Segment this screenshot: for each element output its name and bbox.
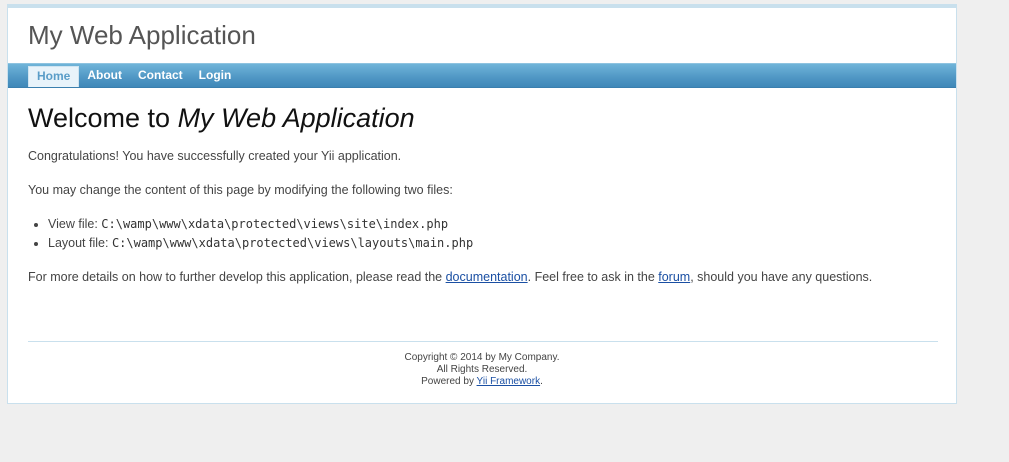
list-item-layout-file: Layout file: C:\wamp\www\xdata\protected… <box>48 234 938 253</box>
menu-item-login[interactable]: Login <box>191 66 240 85</box>
forum-link[interactable]: forum <box>658 270 690 284</box>
file-label: Layout file: <box>48 236 112 250</box>
menu-item-home[interactable]: Home <box>28 66 80 87</box>
files-list: View file: C:\wamp\www\xdata\protected\v… <box>28 215 938 253</box>
yii-framework-link[interactable]: Yii Framework <box>477 376 541 387</box>
footer-divider <box>28 341 938 342</box>
heading-prefix: Welcome to <box>28 103 178 133</box>
menu-item-contact[interactable]: Contact <box>130 66 191 85</box>
file-path: C:\wamp\www\xdata\protected\views\layout… <box>111 236 474 250</box>
details-middle: . Feel free to ask in the <box>527 270 659 284</box>
file-label: View file: <box>48 217 102 231</box>
page-container: My Web Application Home About Contact Lo… <box>7 4 957 404</box>
header: My Web Application <box>8 8 956 63</box>
footer-rights: All Rights Reserved. <box>436 364 528 375</box>
list-item-view-file: View file: C:\wamp\www\xdata\protected\v… <box>48 215 938 234</box>
congrats-text: Congratulations! You have successfully c… <box>28 149 402 163</box>
footer: Copyright © 2014 by My Company. All Righ… <box>8 352 956 388</box>
file-path: C:\wamp\www\xdata\protected\views\site\i… <box>101 217 449 231</box>
menu-item-about[interactable]: About <box>79 66 130 85</box>
powered-prefix: Powered by <box>421 376 477 387</box>
footer-powered: Powered by Yii Framework. <box>8 376 956 388</box>
main-content: Welcome to My Web Application Congratula… <box>28 103 938 285</box>
powered-suffix: . <box>540 376 543 387</box>
main-menu: Home About Contact Login <box>8 63 956 88</box>
site-logo-title: My Web Application <box>28 20 256 50</box>
footer-copyright: Copyright © 2014 by My Company. <box>404 352 560 363</box>
details-after: , should you have any questions. <box>690 270 873 284</box>
change-intro-text: You may change the content of this page … <box>28 183 453 197</box>
documentation-link[interactable]: documentation <box>446 270 528 284</box>
details-text: For more details on how to further devel… <box>28 269 938 285</box>
heading-app-name: My Web Application <box>177 103 415 133</box>
page-heading: Welcome to My Web Application <box>28 103 938 134</box>
main-menu-list: Home About Contact Login <box>8 64 956 87</box>
details-before: For more details on how to further devel… <box>28 270 446 284</box>
